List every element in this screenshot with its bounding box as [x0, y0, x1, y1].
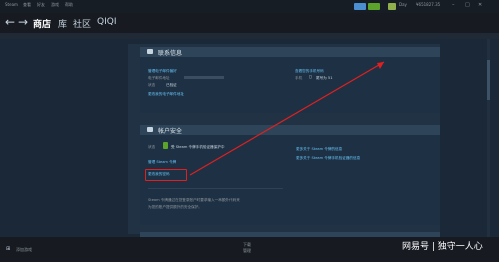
add-game-button[interactable]: 添加游戏 [16, 247, 32, 253]
add-game-icon[interactable]: ⊞ [6, 246, 10, 252]
arrow-line [189, 61, 385, 176]
scrollbar-thumb[interactable] [487, 60, 490, 100]
watermark: 网易号 | 独守一人心 [402, 242, 483, 252]
downloads-manage[interactable]: 管理 [243, 248, 251, 254]
annotation-arrow [189, 61, 385, 176]
